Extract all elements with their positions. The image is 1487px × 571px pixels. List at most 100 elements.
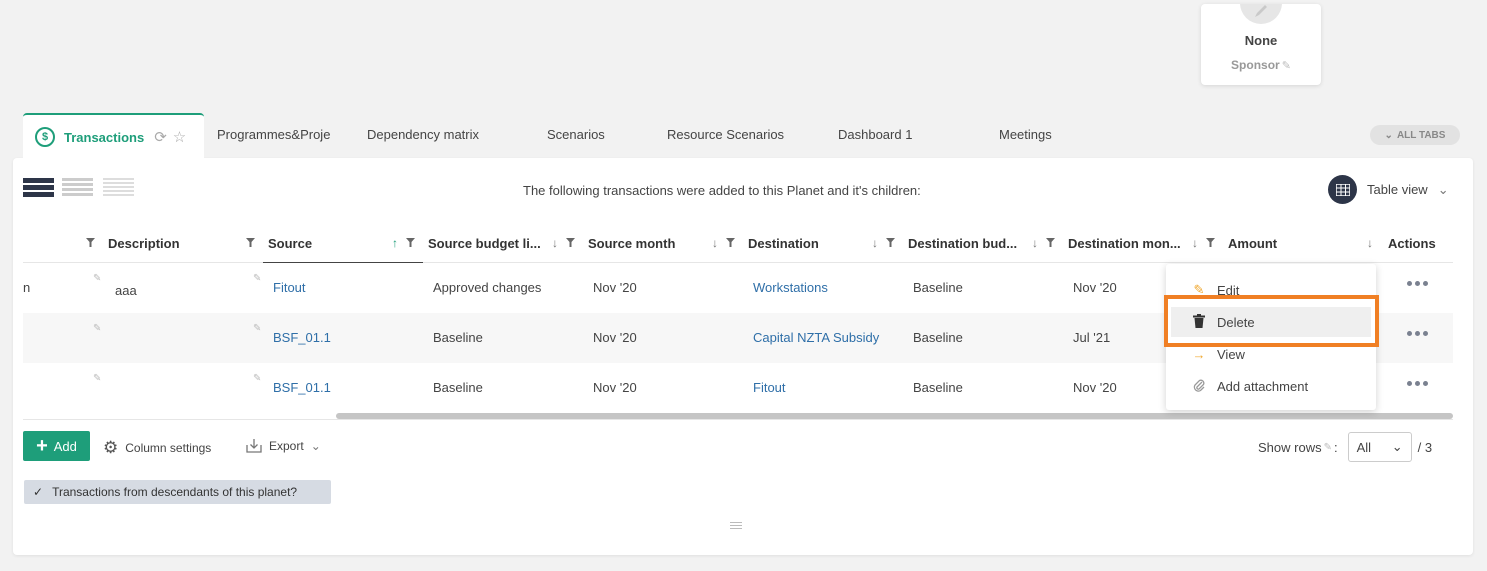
filter-icon[interactable] [246,238,255,247]
add-label: Add [53,438,77,454]
filter-icon[interactable] [566,238,575,247]
destination-budget-cell: Baseline [913,280,963,295]
pencil-icon[interactable]: ✎ [253,373,261,384]
pencil-icon[interactable]: ✎ [1324,442,1332,453]
destination-budget-cell: Baseline [913,380,963,395]
destination-link[interactable]: Fitout [753,380,786,395]
destination-link[interactable]: Capital NZTA Subsidy [753,330,879,345]
menu-item-label: Add attachment [1217,378,1309,394]
column-description[interactable]: Description [108,236,180,251]
truncated-cell: n [23,280,31,295]
plus-icon: + [36,435,48,457]
pencil-icon[interactable]: ✎ [93,273,101,284]
sponsor-role-label: Sponsor [1231,58,1280,72]
menu-item-add-attachment[interactable]: Add attachment [1166,371,1376,401]
sort-icon[interactable]: ↓ [1192,236,1198,250]
tab-meetings[interactable]: Meetings [999,127,1052,142]
menu-item-label: View [1217,346,1245,362]
source-link[interactable]: BSF_01.1 [273,380,331,395]
column-destination[interactable]: Destination [748,236,819,251]
paperclip-icon [1191,378,1207,395]
column-source-budget[interactable]: Source budget li... [428,236,541,251]
source-link[interactable]: BSF_01.1 [273,330,331,345]
destination-link[interactable]: Workstations [753,280,828,295]
column-source[interactable]: Source [268,236,312,251]
destination-budget-cell: Baseline [913,330,963,345]
all-tabs-label: ALL TABS [1396,129,1446,141]
row-actions-button[interactable] [1407,331,1429,337]
show-rows-control: Show rows ✎ : All ⌄ / 3 [1258,432,1432,462]
sort-icon[interactable]: ↓ [1032,236,1038,250]
filter-icon[interactable] [726,238,735,247]
pencil-icon[interactable]: ✎ [93,373,101,384]
table-view-dropdown[interactable]: Table view ⌄ [1328,175,1449,204]
source-month-cell: Nov '20 [593,330,637,345]
column-destination-budget[interactable]: Destination bud... [908,236,1017,251]
panel-title: The following transactions were added to… [523,183,921,198]
density-loose-icon[interactable] [103,178,134,201]
all-tabs-button[interactable]: ⌄ ALL TABS [1370,125,1460,145]
export-label: Export [269,438,304,453]
sort-icon[interactable]: ↓ [552,236,558,250]
show-rows-value: All [1356,439,1372,455]
horizontal-scrollbar[interactable] [336,413,1453,419]
arrow-right-icon: → [1192,346,1206,362]
source-budget-cell: Approved changes [433,280,542,295]
descendants-toggle[interactable]: ✓ Transactions from descendants of this … [24,480,331,504]
column-settings-button[interactable]: ⚙ Column settings [103,438,211,458]
filter-icon[interactable] [1206,238,1215,247]
source-month-cell: Nov '20 [593,280,637,295]
chevron-down-icon: ⌄ [310,438,321,453]
sponsor-role: Sponsor ✎ [1201,58,1321,72]
destination-month-cell: Nov '20 [1073,280,1117,295]
resize-handle[interactable] [730,522,742,531]
tab-dashboard-1[interactable]: Dashboard 1 [838,127,912,142]
row-actions-button[interactable] [1407,381,1429,387]
sort-icon[interactable]: ↓ [1367,236,1373,250]
transactions-panel: The following transactions were added to… [13,158,1473,555]
chevron-down-icon: ⌄ [1384,129,1393,141]
filter-icon[interactable] [1046,238,1055,247]
pencil-icon[interactable]: ✎ [93,323,101,334]
sort-icon[interactable]: ↓ [872,236,878,250]
source-link[interactable]: Fitout [273,280,306,295]
sponsor-card[interactable]: None Sponsor ✎ [1201,4,1321,85]
add-button[interactable]: + Add [23,431,90,461]
avatar [1240,4,1282,24]
description-cell: aaa [115,283,137,298]
pencil-icon[interactable]: ✎ [253,273,261,284]
highlight-frame [1164,295,1379,347]
filter-icon[interactable] [886,238,895,247]
dollar-circle-icon: $ [35,127,55,147]
filter-icon[interactable] [406,238,415,247]
source-budget-cell: Baseline [433,330,483,345]
density-medium-icon[interactable] [62,178,93,201]
tab-transactions[interactable]: $ Transactions ⟳ ☆ [23,113,204,159]
tab-programmes[interactable]: Programmes&Proje [217,127,330,142]
tab-dependency-matrix[interactable]: Dependency matrix [367,127,479,142]
column-destination-month[interactable]: Destination mon... [1068,236,1181,251]
tab-label: Transactions [64,129,145,145]
density-compact-icon[interactable] [23,178,54,201]
table-header: Description Source ↑ Source budget li...… [23,228,1453,263]
filter-icon[interactable] [86,238,95,247]
show-rows-select[interactable]: All ⌄ [1347,432,1412,462]
sort-asc-icon[interactable]: ↑ [392,236,398,250]
refresh-icon[interactable]: ⟳ [154,128,167,146]
export-icon [246,439,262,453]
tab-resource-scenarios[interactable]: Resource Scenarios [667,127,784,142]
scrollbar-track [23,419,1453,420]
descendants-label: Transactions from descendants of this pl… [52,485,298,499]
row-total: / 3 [1417,439,1433,455]
export-button[interactable]: Export ⌄ [246,438,321,453]
column-amount[interactable]: Amount [1228,236,1277,251]
row-actions-button[interactable] [1407,281,1429,287]
tab-scenarios[interactable]: Scenarios [547,127,605,142]
column-source-month[interactable]: Source month [588,236,675,251]
check-icon: ✓ [33,485,44,499]
pencil-icon[interactable]: ✎ [253,323,261,334]
sort-icon[interactable]: ↓ [712,236,718,250]
chevron-down-icon: ⌄ [1437,181,1449,197]
pencil-icon[interactable]: ✎ [1282,60,1291,72]
star-icon[interactable]: ☆ [173,128,186,146]
